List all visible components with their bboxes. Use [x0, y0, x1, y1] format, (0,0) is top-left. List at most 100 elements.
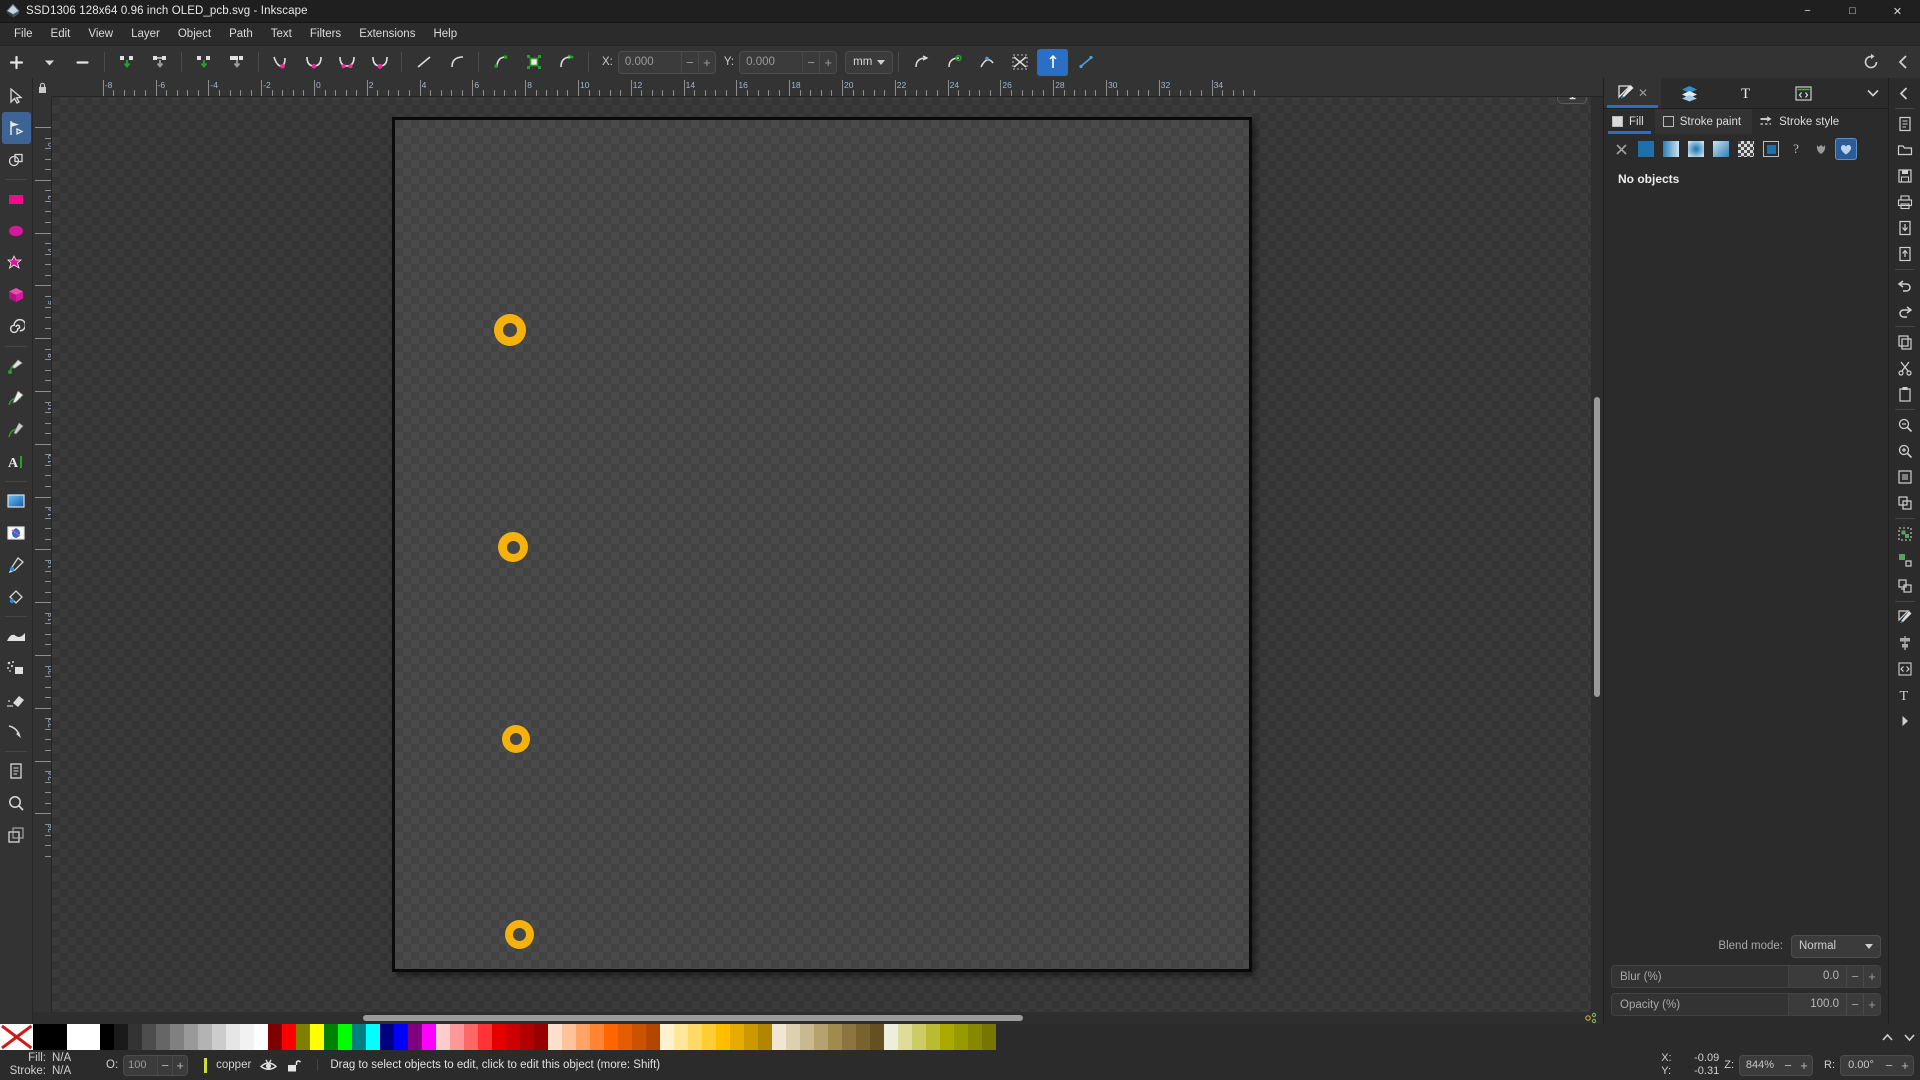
text-tool[interactable]: A: [2, 446, 31, 478]
layer-name[interactable]: copper: [216, 1059, 251, 1071]
vertical-ruler[interactable]: 02468101214161820222426: [33, 97, 52, 1012]
show-bezier-handles-button[interactable]: [971, 49, 1002, 76]
insert-node-options-button[interactable]: [34, 49, 65, 76]
xml-editor-button[interactable]: [1891, 656, 1919, 682]
fill-mesh-gradient-button[interactable]: [1710, 138, 1732, 160]
cut-button[interactable]: [1891, 355, 1919, 381]
palette-swatch[interactable]: [296, 1024, 310, 1050]
palette-swatch[interactable]: [380, 1024, 394, 1050]
reset-rotation-button[interactable]: [1855, 49, 1886, 76]
zoom-value[interactable]: 844%: [1740, 1059, 1780, 1071]
pencil-tool[interactable]: [2, 350, 31, 382]
object-to-path-button[interactable]: [485, 49, 516, 76]
palette-swatch[interactable]: [898, 1024, 912, 1050]
duplicate-button[interactable]: [1891, 490, 1919, 516]
palette-swatch[interactable]: [674, 1024, 688, 1050]
menu-file[interactable]: File: [5, 24, 42, 44]
palette-swatch[interactable]: [632, 1024, 646, 1050]
palette-swatch[interactable]: [492, 1024, 506, 1050]
show-mask-paths-button[interactable]: [1004, 49, 1035, 76]
white-swatch[interactable]: [66, 1024, 100, 1050]
fill-flat-color-button[interactable]: [1635, 138, 1657, 160]
y-coordinate-spinbox[interactable]: − +: [739, 50, 838, 74]
connector-tool[interactable]: [2, 716, 31, 748]
zoom-decrement-button[interactable]: −: [1780, 1056, 1796, 1075]
eye-icon[interactable]: [260, 1058, 278, 1072]
canvas-viewport[interactable]: [52, 97, 1591, 1012]
black-swatch[interactable]: [33, 1024, 67, 1050]
zoom-drawing-button[interactable]: [1891, 438, 1919, 464]
layers-tab[interactable]: [1661, 78, 1718, 108]
menu-help[interactable]: Help: [424, 24, 466, 44]
paintbucket-tool[interactable]: [2, 581, 31, 613]
opacity-status-increment[interactable]: +: [172, 1055, 187, 1075]
fill-swatch-button[interactable]: [1760, 138, 1782, 160]
break-path-button[interactable]: [111, 49, 142, 76]
ellipse-tool[interactable]: [2, 215, 31, 247]
palette-swatch[interactable]: [464, 1024, 478, 1050]
fill-linear-gradient-button[interactable]: [1660, 138, 1682, 160]
paste-button[interactable]: [1891, 381, 1919, 407]
y-coordinate-input[interactable]: [740, 56, 803, 68]
vertical-scroll-thumb[interactable]: [1594, 397, 1600, 697]
palette-swatch[interactable]: [702, 1024, 716, 1050]
rotation-decrement-button[interactable]: −: [1881, 1056, 1897, 1075]
xml-editor-tab[interactable]: [1775, 78, 1832, 108]
palette-swatch[interactable]: [828, 1024, 842, 1050]
rotation-increment-button[interactable]: +: [1897, 1056, 1913, 1075]
booleans-tool[interactable]: [2, 144, 31, 176]
eraser-tool[interactable]: [2, 684, 31, 716]
palette-swatch[interactable]: [128, 1024, 142, 1050]
color-palette[interactable]: [100, 1024, 1876, 1050]
clone-button[interactable]: [1891, 573, 1919, 599]
print-document-button[interactable]: [1891, 189, 1919, 215]
delete-segment-button[interactable]: [188, 49, 219, 76]
unit-selector[interactable]: mm: [845, 50, 894, 74]
zoom-tool[interactable]: [2, 787, 31, 819]
fill-stroke-button[interactable]: [1891, 604, 1919, 630]
palette-swatch[interactable]: [786, 1024, 800, 1050]
palette-swatch[interactable]: [646, 1024, 660, 1050]
pen-tool[interactable]: [2, 382, 31, 414]
dropper-tool[interactable]: [2, 549, 31, 581]
maximize-button[interactable]: □: [1830, 0, 1875, 23]
opacity-status-input[interactable]: [124, 1059, 158, 1071]
palette-swatch[interactable]: [912, 1024, 926, 1050]
palette-swatch[interactable]: [478, 1024, 492, 1050]
close-button[interactable]: ✕: [1875, 0, 1920, 23]
opacity-slider-row[interactable]: Opacity (%) 100.0 − +: [1611, 993, 1881, 1016]
palette-swatch[interactable]: [198, 1024, 212, 1050]
opacity-value[interactable]: 100.0: [1788, 994, 1846, 1015]
align-distribute-button[interactable]: [1891, 630, 1919, 656]
menu-text[interactable]: Text: [262, 24, 301, 44]
spiral-tool[interactable]: [2, 311, 31, 343]
tweak-tool[interactable]: [2, 620, 31, 652]
join-nodes-button[interactable]: [144, 49, 175, 76]
palette-swatch[interactable]: [156, 1024, 170, 1050]
palette-swatch[interactable]: [268, 1024, 282, 1050]
palette-swatch[interactable]: [338, 1024, 352, 1050]
open-document-button[interactable]: [1891, 137, 1919, 163]
palette-swatch[interactable]: [884, 1024, 898, 1050]
palette-swatch[interactable]: [842, 1024, 856, 1050]
palette-swatch[interactable]: [730, 1024, 744, 1050]
copper-pad-1[interactable]: [494, 314, 526, 346]
x-coordinate-spinbox[interactable]: − +: [617, 50, 716, 74]
stroke-to-path-button[interactable]: [518, 49, 549, 76]
spray-tool[interactable]: [2, 652, 31, 684]
make-smooth-button[interactable]: [298, 49, 329, 76]
node-tool[interactable]: [1, 112, 31, 144]
palette-swatch[interactable]: [926, 1024, 940, 1050]
vertical-scrollbar[interactable]: [1591, 97, 1603, 1012]
fill-stroke-tab[interactable]: ✕: [1604, 78, 1661, 108]
mesh-tool[interactable]: [2, 517, 31, 549]
rotation-spinbox[interactable]: 0.00° − +: [1840, 1054, 1914, 1076]
text-tab[interactable]: T: [1718, 78, 1775, 108]
horizontal-ruler[interactable]: -8 -6 -4 -2 0 2 4 6 8 10 12 14 16 18 20 22 24 26 28 30 32 34: [52, 78, 1603, 97]
palette-scroll-down-button[interactable]: [1898, 1024, 1920, 1050]
calligraphy-tool[interactable]: [2, 414, 31, 446]
fill-subtab[interactable]: Fill: [1604, 109, 1655, 134]
palette-swatch[interactable]: [212, 1024, 226, 1050]
dock-menu-button[interactable]: [1858, 78, 1888, 108]
star-tool[interactable]: [2, 247, 31, 279]
